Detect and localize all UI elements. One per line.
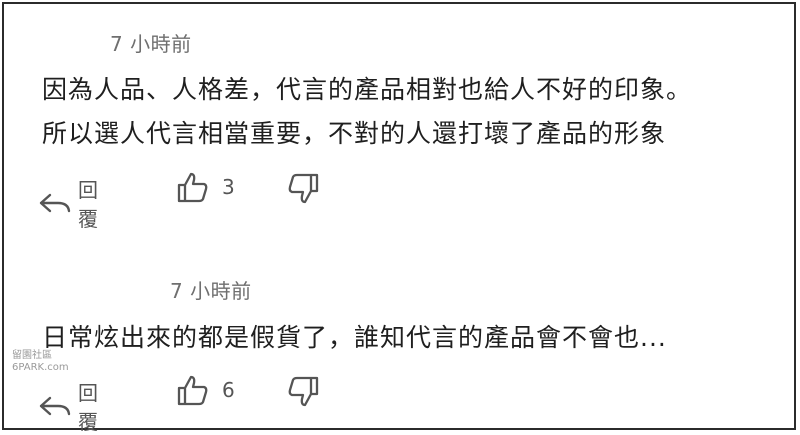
thumbs-down-icon <box>286 172 320 206</box>
comment-text: 因為人品、人格差，代言的產品相對也給人不好的印象。 所以選人代言相當重要，不對的… <box>42 68 692 156</box>
reply-button[interactable]: 回覆 <box>38 174 98 232</box>
watermark: 留園社區 6PARK.com <box>12 350 69 374</box>
comment-panel: 7 小時前 因為人品、人格差，代言的產品相對也給人不好的印象。 所以選人代言相當… <box>2 2 796 434</box>
reply-button[interactable]: 回覆 <box>38 377 98 435</box>
dislike-button[interactable] <box>286 375 320 409</box>
comment-timestamp: 7 小時前 <box>170 279 252 303</box>
like-count: 6 <box>222 378 235 402</box>
comment-timestamp: 7 小時前 <box>110 32 192 56</box>
like-button[interactable]: 3 <box>176 170 235 204</box>
thumbs-up-icon <box>176 170 210 204</box>
thumbs-down-icon <box>286 375 320 409</box>
comment-text-line: 日常炫出來的都是假貨了，誰知代言的產品會不會也... <box>42 323 667 352</box>
comment-text-line: 因為人品、人格差，代言的產品相對也給人不好的印象。 <box>42 75 693 104</box>
watermark-line: 留園社區 <box>12 350 52 361</box>
watermark-line: 6PARK.com <box>12 362 69 373</box>
reply-label: 回覆 <box>78 178 98 231</box>
like-button[interactable]: 6 <box>176 373 235 407</box>
comment-text: 日常炫出來的都是假貨了，誰知代言的產品會不會也... <box>42 316 667 360</box>
reply-arrow-icon <box>38 394 72 418</box>
thumbs-up-icon <box>176 373 210 407</box>
reply-label: 回覆 <box>78 381 98 434</box>
comment-text-line: 所以選人代言相當重要，不對的人還打壞了產品的形象 <box>42 119 667 148</box>
reply-arrow-icon <box>38 191 72 215</box>
dislike-button[interactable] <box>286 172 320 206</box>
like-count: 3 <box>222 175 235 199</box>
